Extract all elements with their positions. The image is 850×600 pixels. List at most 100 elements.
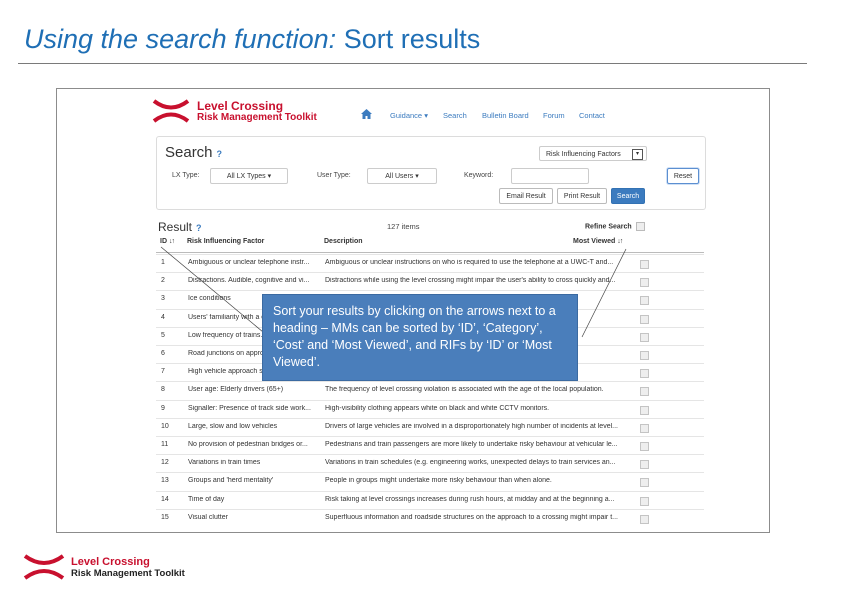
table-row[interactable]: 9 Signaller: Presence of track side work.… bbox=[156, 399, 704, 419]
table-row[interactable]: 14 Time of day Risk taking at level crossi… bbox=[156, 490, 704, 510]
nav-search[interactable]: Search bbox=[443, 111, 467, 120]
row-id: 1 bbox=[161, 259, 165, 266]
row-checkbox[interactable] bbox=[640, 460, 649, 470]
row-checkbox[interactable] bbox=[640, 405, 649, 415]
row-checkbox[interactable] bbox=[640, 332, 649, 342]
footer-logo-text: Level Crossing Risk Management Toolkit bbox=[71, 556, 185, 580]
nav-contact[interactable]: Contact bbox=[579, 111, 605, 120]
app-logo-text[interactable]: Level Crossing Risk Management Toolkit bbox=[197, 100, 317, 124]
row-id: 9 bbox=[161, 404, 165, 412]
row-id: 11 bbox=[161, 441, 169, 448]
row-rif: Ambiguous or unclear telephone instr... bbox=[188, 259, 310, 266]
row-description: The frequency of level crossing violatio… bbox=[325, 386, 604, 394]
keyword-input[interactable] bbox=[511, 168, 589, 184]
col-header-rif: Risk Influencing Factor bbox=[187, 238, 265, 245]
row-checkbox[interactable] bbox=[640, 514, 649, 524]
user-type-dropdown[interactable]: All Users ▾ bbox=[367, 168, 437, 184]
row-checkbox[interactable] bbox=[640, 351, 649, 360]
row-rif: Distractions. Audible, cognitive and vi.… bbox=[188, 277, 310, 285]
row-id: 4 bbox=[161, 313, 165, 321]
table-row[interactable]: 12 Variations in train times Variations in… bbox=[156, 454, 704, 473]
row-checkbox[interactable] bbox=[640, 296, 649, 306]
row-checkbox[interactable] bbox=[640, 496, 649, 506]
row-id: 15 bbox=[161, 513, 169, 521]
sort-arrows-icon[interactable]: ↓↑ bbox=[617, 238, 623, 245]
row-description: Pedestrians and train passengers are mor… bbox=[325, 441, 618, 448]
lx-type-dropdown[interactable]: All LX Types ▾ bbox=[210, 168, 288, 184]
row-description: Risk taking at level crossings increases… bbox=[325, 495, 615, 503]
row-checkbox[interactable] bbox=[640, 478, 649, 488]
nav-guidance[interactable]: Guidance ▾ bbox=[390, 111, 428, 120]
row-rif: Visual clutter bbox=[188, 513, 228, 521]
search-button[interactable]: Search bbox=[611, 188, 645, 204]
row-id: 2 bbox=[161, 277, 165, 285]
row-checkbox[interactable] bbox=[640, 278, 649, 288]
search-title-text: Search bbox=[165, 144, 213, 161]
chevron-down-icon: ▾ bbox=[632, 149, 643, 160]
row-checkbox[interactable] bbox=[640, 260, 649, 269]
search-help-icon[interactable]: ? bbox=[217, 149, 223, 159]
footer-logo-line2: Risk Management Toolkit bbox=[71, 568, 185, 579]
row-checkbox[interactable] bbox=[640, 442, 649, 451]
row-description: Variations in train schedules (e.g. engi… bbox=[325, 459, 616, 467]
items-count: 127 items bbox=[387, 222, 420, 231]
col-header-most-viewed[interactable]: Most Viewed ↓↑ bbox=[573, 238, 623, 245]
row-id: 13 bbox=[161, 477, 169, 485]
print-result-button[interactable]: Print Result bbox=[557, 188, 607, 204]
title-divider bbox=[18, 63, 807, 64]
row-rif: Time of day bbox=[188, 495, 225, 503]
table-row[interactable]: 1 Ambiguous or unclear telephone instr...… bbox=[156, 254, 704, 273]
table-row[interactable]: 13 Groups and 'herd mentality' People in g… bbox=[156, 472, 704, 491]
table-row[interactable]: 10 Large, slow and low vehicles Drivers of… bbox=[156, 417, 704, 437]
row-id: 14 bbox=[161, 495, 169, 503]
home-icon[interactable] bbox=[361, 109, 372, 119]
row-description: Superfluous information and roadside str… bbox=[325, 513, 618, 521]
row-rif: User age: Elderly drivers (65+) bbox=[188, 386, 284, 394]
result-title-text: Result bbox=[158, 220, 193, 234]
table-row[interactable]: 2 Distractions. Audible, cognitive and vi… bbox=[156, 272, 704, 291]
app-logo-line2: Risk Management Toolkit bbox=[197, 112, 317, 123]
slide-title-rest: Sort results bbox=[343, 24, 481, 54]
result-help-icon[interactable]: ? bbox=[196, 223, 202, 233]
search-title: Search? bbox=[165, 144, 222, 161]
row-rif: Variations in train times bbox=[188, 459, 261, 467]
row-id: 12 bbox=[161, 459, 169, 467]
row-checkbox[interactable] bbox=[640, 423, 649, 433]
row-description: Ambiguous or unclear instructions on who… bbox=[325, 259, 614, 266]
table-row[interactable]: 11 No provision of pedestrian bridges or.… bbox=[156, 436, 704, 455]
row-id: 7 bbox=[161, 368, 165, 376]
lx-type-label: LX Type: bbox=[172, 172, 200, 179]
refine-search-toggle[interactable]: Refine Search bbox=[585, 222, 645, 231]
row-rif: Large, slow and low vehicles bbox=[188, 422, 278, 430]
row-id: 6 bbox=[161, 350, 165, 357]
footer-logo-icon bbox=[23, 554, 65, 580]
row-checkbox[interactable] bbox=[640, 314, 649, 324]
refine-search-checkbox[interactable] bbox=[635, 222, 645, 231]
header-divider bbox=[156, 252, 704, 253]
reset-button[interactable]: Reset bbox=[667, 168, 699, 184]
keyword-label: Keyword: bbox=[464, 172, 494, 179]
table-row[interactable]: 15 Visual clutter Superfluous information … bbox=[156, 508, 704, 528]
row-id: 10 bbox=[161, 422, 169, 430]
logo-icon bbox=[152, 99, 190, 123]
row-checkbox[interactable] bbox=[640, 387, 649, 397]
search-type-select[interactable]: Risk Influencing Factors ▾ bbox=[539, 146, 647, 161]
row-description: People in groups might undertake more ri… bbox=[325, 477, 552, 485]
callout-box: Sort your results by clicking on the arr… bbox=[262, 294, 578, 381]
slide-title: Using the search function: Sort results bbox=[24, 24, 480, 55]
footer-logo-line1: Level Crossing bbox=[71, 556, 150, 568]
result-title: Result? bbox=[158, 220, 202, 234]
search-type-value: Risk Influencing Factors bbox=[546, 151, 621, 158]
email-result-button[interactable]: Email Result bbox=[499, 188, 553, 204]
row-description: High-visibility clothing appears white o… bbox=[325, 404, 550, 412]
sort-arrows-icon[interactable]: ↓↑ bbox=[169, 238, 175, 245]
col-header-most-viewed-label: Most Viewed bbox=[573, 238, 616, 245]
row-description: Distractions while using the level cross… bbox=[325, 277, 616, 285]
nav-forum[interactable]: Forum bbox=[543, 111, 565, 120]
row-id: 3 bbox=[161, 295, 165, 303]
row-checkbox[interactable] bbox=[640, 369, 649, 379]
nav-bulletin-board[interactable]: Bulletin Board bbox=[482, 111, 529, 120]
col-header-id[interactable]: ID ↓↑ bbox=[160, 238, 175, 245]
table-row[interactable]: 8 User age: Elderly drivers (65+) The freq… bbox=[156, 381, 704, 400]
col-header-description: Description bbox=[324, 238, 363, 245]
